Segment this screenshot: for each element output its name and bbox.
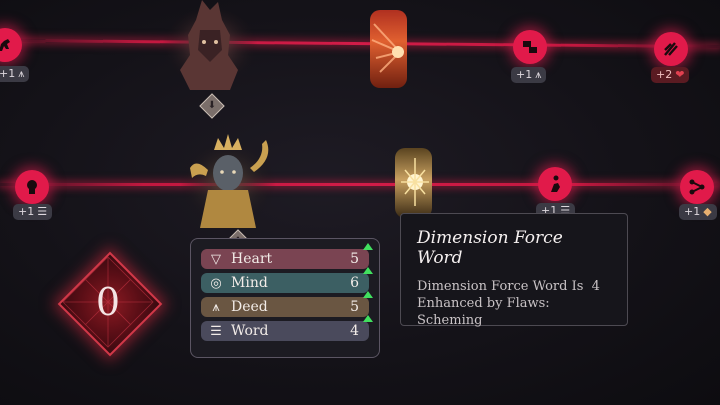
badge-value: +1 bbox=[0, 67, 16, 80]
beast-link-marker: ⬇ bbox=[199, 93, 225, 119]
stat-value: 5 bbox=[350, 299, 359, 315]
thread-middle bbox=[0, 183, 720, 186]
character-portrait-queen[interactable] bbox=[178, 128, 278, 228]
node-top-left-badge: +1 ⩚ bbox=[0, 66, 30, 82]
queen-portrait-icon bbox=[180, 134, 276, 228]
badge-value: +1 bbox=[516, 68, 533, 81]
light-burst-icon bbox=[401, 158, 429, 206]
fire-ray-icon bbox=[371, 23, 404, 73]
stat-value: 5 bbox=[350, 251, 359, 267]
badge-value: +2 bbox=[656, 68, 673, 81]
node-mid-left[interactable] bbox=[15, 170, 49, 204]
stat-value: 6 bbox=[350, 275, 359, 291]
stat-heart: ▽ Heart 5 bbox=[201, 243, 373, 269]
stat-label: Word bbox=[231, 323, 269, 339]
down-arrow-icon: ⬇ bbox=[207, 100, 217, 111]
heart-gem-icon: ▽ bbox=[211, 251, 221, 267]
upgrade-arrow-icon bbox=[363, 267, 373, 274]
word-icon: ☰ bbox=[37, 205, 48, 218]
heart-icon: ❤ bbox=[675, 68, 685, 81]
tooltip-line: Scheming bbox=[417, 313, 483, 328]
tooltip: Dimension Force Word Dimension Force Wor… bbox=[400, 213, 628, 329]
deed-icon: ⩚ bbox=[535, 68, 542, 81]
card-light[interactable] bbox=[395, 148, 432, 218]
node-mid-right1[interactable] bbox=[538, 167, 572, 201]
node-mid-right2-badge: +1 ◆ bbox=[679, 204, 717, 220]
diamond-icon: ◆ bbox=[703, 205, 712, 218]
upgrade-arrow-icon bbox=[363, 315, 373, 322]
deed-icon: ⩚ bbox=[18, 67, 25, 80]
stat-value: 4 bbox=[350, 323, 359, 339]
node-top-left[interactable] bbox=[0, 28, 22, 62]
blocks-icon bbox=[523, 41, 537, 53]
tooltip-line: Enhanced by Flaws: bbox=[417, 296, 550, 311]
word-icon: ☰ bbox=[210, 323, 222, 339]
node-mid-right2[interactable] bbox=[680, 170, 714, 204]
node-top-right2[interactable] bbox=[654, 32, 688, 66]
upgrade-arrow-icon bbox=[363, 243, 373, 250]
tooltip-line: Dimension Force Word Is 4 bbox=[417, 279, 600, 294]
network-icon bbox=[689, 179, 705, 195]
head-icon bbox=[27, 180, 37, 194]
counter-value: 0 bbox=[95, 280, 121, 324]
node-top-right2-badge: +2 ❤ bbox=[651, 67, 690, 83]
upgrade-arrow-icon bbox=[363, 291, 373, 298]
stat-label: Heart bbox=[231, 251, 273, 267]
stat-word: ☰ Word 4 bbox=[201, 315, 373, 341]
character-portrait-beast[interactable] bbox=[160, 0, 260, 90]
beast-portrait-icon bbox=[162, 0, 258, 90]
badge-value: +1 bbox=[684, 205, 701, 218]
tooltip-title: Dimension Force Word bbox=[417, 228, 563, 268]
deed-icon: ⩚ bbox=[212, 299, 220, 315]
thread-top bbox=[0, 38, 720, 49]
node-top-right1[interactable] bbox=[513, 30, 547, 64]
game-board: +1 ⩚ +1 ⩚ +2 ❤ +1 ☰ +1 ☰ +1 ◆ ⬇ 0 ▽ Hear… bbox=[0, 0, 720, 405]
figure-icon bbox=[551, 175, 560, 192]
stat-deed: ⩚ Deed 5 bbox=[201, 291, 373, 317]
dice-counter: 0 bbox=[57, 251, 163, 357]
card-fire[interactable] bbox=[370, 10, 407, 88]
slash-icon bbox=[664, 42, 678, 56]
stats-panel: ▽ Heart 5 ◎ Mind 6 ⩚ Deed 5 ☰ Word 4 bbox=[190, 238, 380, 358]
horse-icon bbox=[0, 39, 10, 51]
stat-label: Deed bbox=[231, 299, 268, 315]
tooltip-body: Dimension Force Word Is 4 Enhanced by Fl… bbox=[417, 278, 611, 329]
node-mid-left-badge: +1 ☰ bbox=[13, 204, 53, 220]
badge-value: +1 bbox=[18, 205, 35, 218]
node-top-right1-badge: +1 ⩚ bbox=[511, 67, 547, 83]
mind-eye-icon: ◎ bbox=[210, 275, 222, 291]
stat-label: Mind bbox=[231, 275, 268, 291]
stat-mind: ◎ Mind 6 bbox=[201, 267, 373, 293]
